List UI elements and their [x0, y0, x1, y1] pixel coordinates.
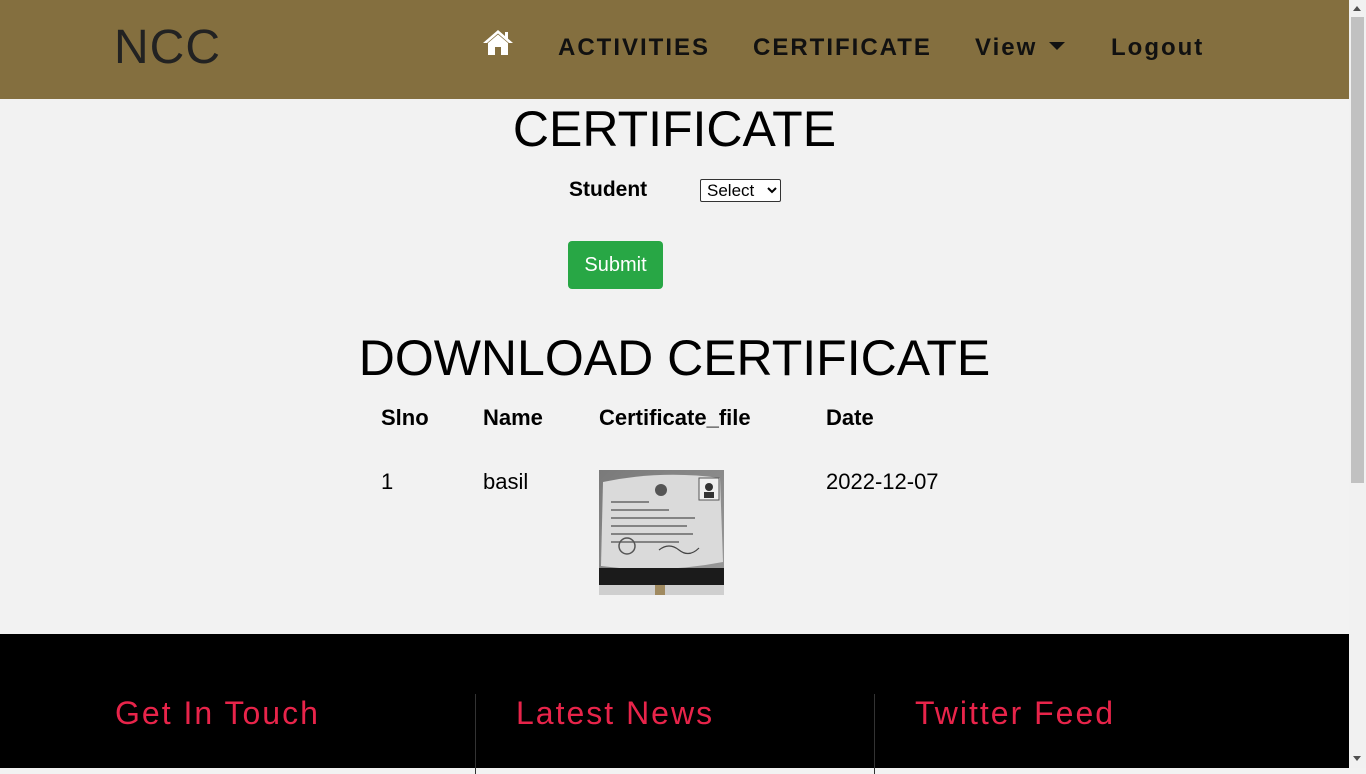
student-select[interactable]: Select: [700, 179, 781, 202]
nav-view-dropdown[interactable]: View: [975, 33, 1066, 63]
scroll-thumb[interactable]: [1351, 17, 1364, 483]
table-header-name: Name: [483, 405, 543, 430]
nav-certificate[interactable]: CERTIFICATE: [753, 33, 932, 63]
page-title: CERTIFICATE: [512, 101, 837, 157]
table-header-certificate-file: Certificate_file: [599, 405, 751, 430]
footer-heading-latest-news: Latest News: [516, 695, 715, 731]
table-header-date: Date: [826, 405, 874, 430]
footer: Get In Touch Latest News Twitter Feed: [0, 634, 1349, 774]
navbar: NCC ACTIVITIES CERTIFICATE View Logout: [0, 0, 1349, 99]
footer-heading-get-in-touch: Get In Touch: [115, 695, 320, 731]
submit-button[interactable]: Submit: [568, 241, 663, 289]
footer-divider: [874, 694, 875, 774]
vertical-scrollbar[interactable]: [1349, 0, 1366, 768]
caret-down-icon: [1049, 41, 1066, 50]
footer-divider: [475, 694, 476, 774]
brand-logo[interactable]: NCC: [114, 20, 221, 76]
certificate-thumbnail[interactable]: [599, 470, 724, 595]
home-icon[interactable]: [482, 28, 514, 58]
nav-view-label: View: [975, 34, 1038, 61]
scroll-up-arrow-icon[interactable]: [1353, 6, 1361, 11]
student-label: Student: [569, 178, 648, 201]
table-cell-name: basil: [483, 469, 529, 494]
nav-logout[interactable]: Logout: [1111, 33, 1204, 63]
table-header-slno: Slno: [381, 405, 429, 430]
footer-heading-twitter-feed: Twitter Feed: [915, 695, 1116, 731]
scroll-down-arrow-icon[interactable]: [1353, 756, 1361, 761]
nav-activities[interactable]: ACTIVITIES: [558, 33, 710, 63]
download-certificate-title: DOWNLOAD CERTIFICATE: [358, 330, 991, 386]
table-cell-date: 2022-12-07: [826, 469, 939, 494]
table-cell-slno: 1: [381, 469, 394, 494]
